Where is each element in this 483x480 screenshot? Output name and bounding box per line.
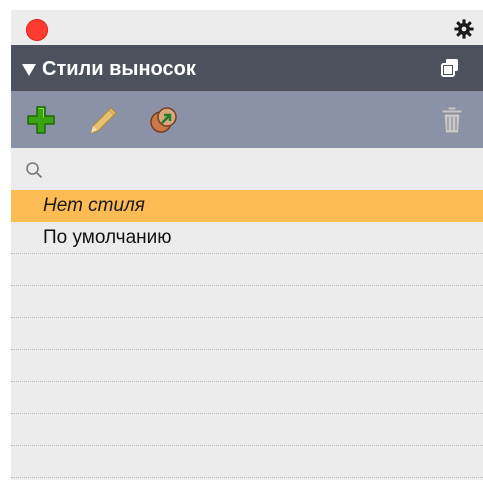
empty-row (11, 350, 483, 382)
styles-list: Нет стиля По умолчанию (11, 190, 483, 480)
toolbar (11, 91, 483, 148)
duplicate-window-icon[interactable] (439, 57, 461, 79)
apply-style-icon[interactable] (148, 104, 180, 136)
empty-row (11, 414, 483, 446)
disclosure-triangle-icon[interactable] (22, 64, 36, 76)
list-item-label: Нет стиля (43, 195, 145, 216)
close-button[interactable] (26, 19, 48, 41)
panel-title: Стили выносок (42, 58, 196, 80)
empty-row (11, 382, 483, 414)
panel-header[interactable]: Стили выносок (11, 45, 483, 91)
empty-row (11, 254, 483, 286)
search-bar (11, 148, 483, 190)
empty-row (11, 286, 483, 318)
gear-icon[interactable] (453, 18, 475, 40)
pencil-icon[interactable] (87, 104, 119, 136)
trash-icon[interactable] (436, 104, 468, 136)
plus-icon[interactable] (25, 104, 57, 136)
search-input[interactable] (47, 156, 471, 184)
window-titlebar (11, 10, 483, 45)
list-item-no-style[interactable]: Нет стиля (11, 190, 483, 222)
empty-row (11, 446, 483, 478)
list-item-default[interactable]: По умолчанию (11, 222, 483, 254)
callout-styles-panel: Стили выносок Нет стиля По умолчанию (11, 10, 483, 480)
empty-row (11, 318, 483, 350)
list-item-label: По умолчанию (43, 227, 172, 248)
search-icon (26, 162, 43, 179)
